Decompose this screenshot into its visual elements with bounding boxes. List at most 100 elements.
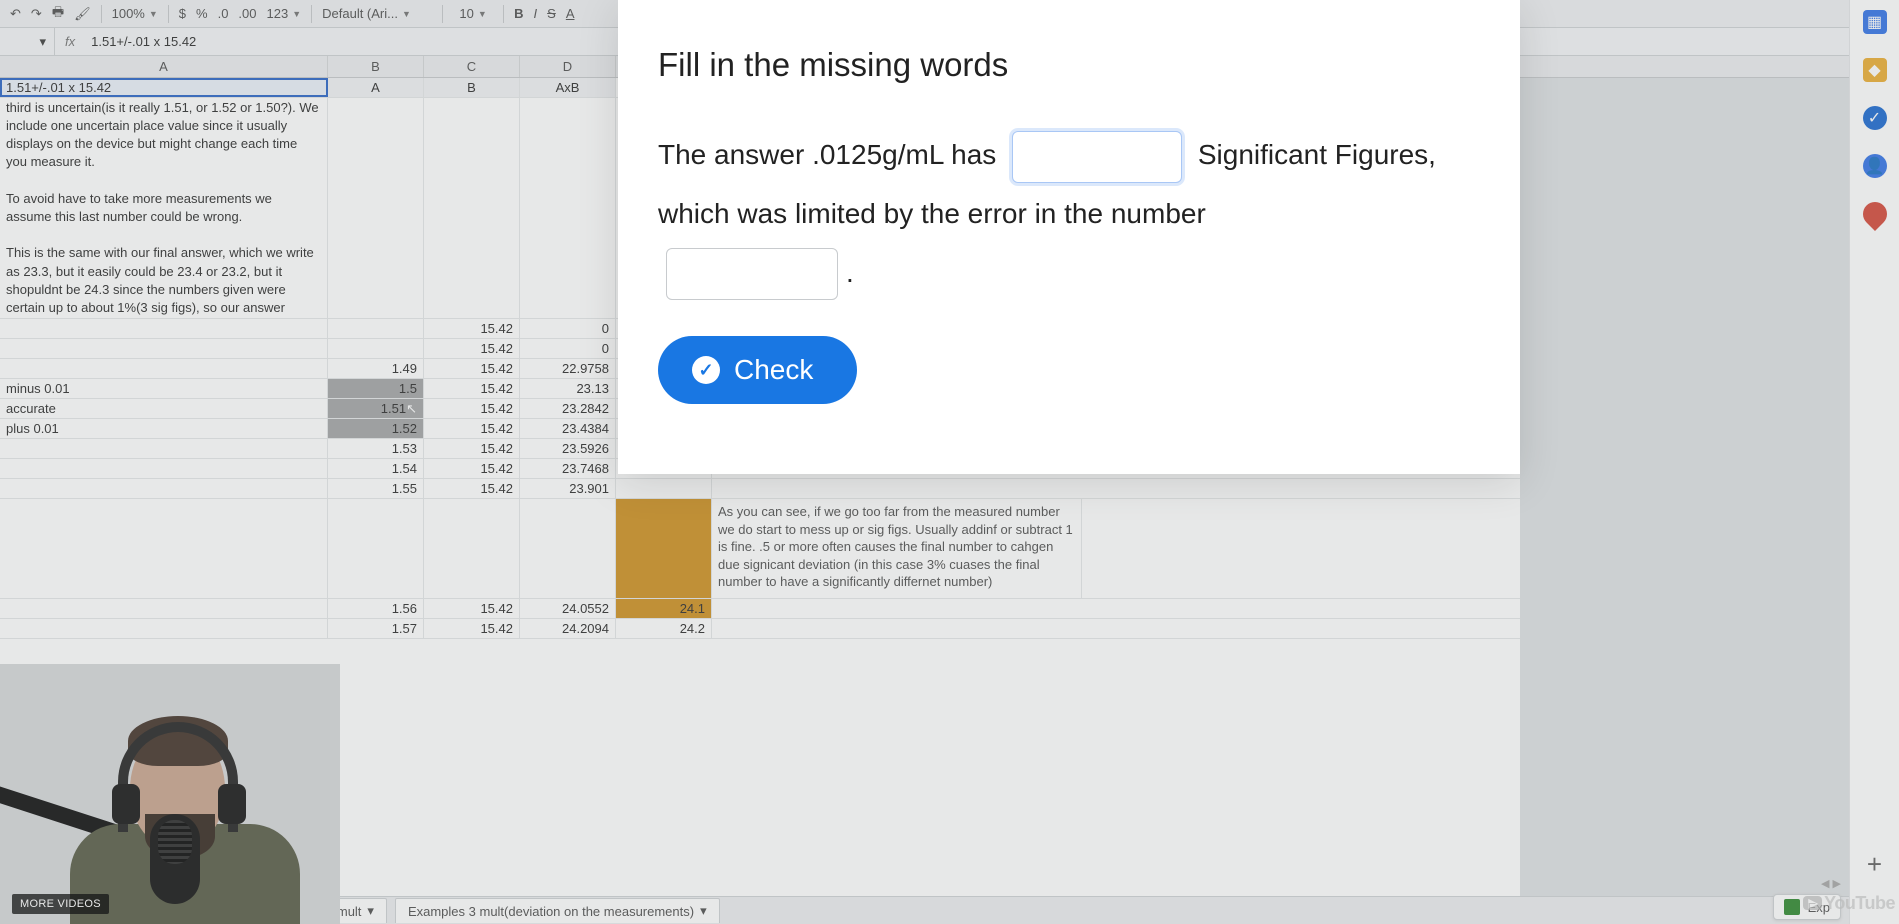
check-button-label: Check: [734, 354, 813, 386]
cell[interactable]: 1.51 ↖: [328, 399, 424, 418]
cell[interactable]: 24.0552: [520, 599, 616, 618]
font-dropdown[interactable]: Default (Ari...▼: [322, 6, 432, 21]
cell-highlighted[interactable]: [616, 499, 712, 598]
cell-note[interactable]: As you can see, if we go too far from th…: [712, 499, 1082, 598]
font-size-dropdown[interactable]: 10▼: [453, 6, 493, 21]
cell[interactable]: [424, 98, 520, 318]
col-header-b[interactable]: B: [328, 56, 424, 77]
cell[interactable]: plus 0.01: [0, 419, 328, 438]
cell[interactable]: 15.42: [424, 619, 520, 638]
cell[interactable]: [328, 319, 424, 338]
check-button[interactable]: ✓ Check: [658, 336, 857, 404]
cell[interactable]: [328, 499, 424, 598]
cell[interactable]: 24.2: [616, 619, 712, 638]
side-panel: ▦ ◆ ✓ 👤 +: [1849, 0, 1899, 924]
cell[interactable]: accurate: [0, 399, 328, 418]
cell[interactable]: 23.2842: [520, 399, 616, 418]
cell[interactable]: [0, 339, 328, 358]
col-header-d[interactable]: D: [520, 56, 616, 77]
cell[interactable]: 15.42: [424, 399, 520, 418]
italic-button[interactable]: I: [534, 6, 538, 21]
cell[interactable]: [0, 479, 328, 498]
formula-input[interactable]: 1.51+/-.01 x 15.42: [85, 34, 196, 49]
cell-selected[interactable]: 1.51+/-.01 x 15.42: [0, 78, 328, 97]
cell[interactable]: 24.2094: [520, 619, 616, 638]
increase-decimal-button[interactable]: .00: [238, 6, 256, 21]
name-box[interactable]: ▾: [0, 28, 55, 55]
cell[interactable]: [0, 319, 328, 338]
cell[interactable]: 1.55: [328, 479, 424, 498]
calendar-icon[interactable]: ▦: [1863, 10, 1887, 34]
maps-icon[interactable]: [1858, 197, 1892, 231]
quiz-title: Fill in the missing words: [658, 46, 1480, 84]
cell[interactable]: 15.42: [424, 359, 520, 378]
keep-icon[interactable]: ◆: [1863, 58, 1887, 82]
strikethrough-button[interactable]: S: [547, 6, 556, 21]
cell[interactable]: 0: [520, 319, 616, 338]
blank-input-1[interactable]: [1012, 131, 1182, 183]
cell[interactable]: [520, 98, 616, 318]
cell[interactable]: 0: [520, 339, 616, 358]
cell[interactable]: 15.42: [424, 479, 520, 498]
cell[interactable]: 1.5: [328, 379, 424, 398]
cell[interactable]: 1.54: [328, 459, 424, 478]
more-videos-button[interactable]: MORE VIDEOS: [12, 894, 109, 914]
cell[interactable]: 24.1: [616, 599, 712, 618]
cell[interactable]: minus 0.01: [0, 379, 328, 398]
cell[interactable]: [616, 479, 712, 498]
cell[interactable]: 15.42: [424, 599, 520, 618]
cell[interactable]: A: [328, 78, 424, 97]
contacts-icon[interactable]: 👤: [1863, 154, 1887, 178]
cell[interactable]: [0, 499, 328, 598]
currency-button[interactable]: $: [179, 6, 186, 21]
col-header-c[interactable]: C: [424, 56, 520, 77]
cell[interactable]: 15.42: [424, 319, 520, 338]
cell[interactable]: 23.4384: [520, 419, 616, 438]
text-color-button[interactable]: A: [566, 6, 575, 21]
paint-format-icon[interactable]: 🖌: [74, 6, 91, 22]
cell[interactable]: 15.42: [424, 439, 520, 458]
cell[interactable]: 1.53: [328, 439, 424, 458]
print-icon[interactable]: 🖶: [52, 3, 64, 25]
percent-button[interactable]: %: [196, 6, 208, 21]
cell[interactable]: 1.56: [328, 599, 424, 618]
quiz-text-part: The answer .0125g/mL has: [658, 139, 1004, 170]
cell[interactable]: 23.901: [520, 479, 616, 498]
cell[interactable]: 23.13: [520, 379, 616, 398]
cell[interactable]: 15.42: [424, 459, 520, 478]
undo-icon[interactable]: ↶: [10, 6, 21, 22]
add-addon-icon[interactable]: +: [1867, 849, 1882, 880]
cell[interactable]: 15.42: [424, 379, 520, 398]
zoom-dropdown[interactable]: 100%▼: [112, 6, 158, 21]
cell[interactable]: 23.5926: [520, 439, 616, 458]
sheet-tab-active[interactable]: Examples 3 mult(deviation on the measure…: [395, 898, 720, 923]
cell[interactable]: [328, 339, 424, 358]
col-header-a[interactable]: A: [0, 56, 328, 77]
cell[interactable]: [520, 499, 616, 598]
cell[interactable]: 1.49: [328, 359, 424, 378]
number-format-dropdown[interactable]: 123▼: [267, 6, 302, 21]
cell[interactable]: [328, 98, 424, 318]
cell[interactable]: 15.42: [424, 419, 520, 438]
cell[interactable]: 23.7468: [520, 459, 616, 478]
cell[interactable]: [0, 359, 328, 378]
tasks-icon[interactable]: ✓: [1863, 106, 1887, 130]
cell[interactable]: 1.52: [328, 419, 424, 438]
cell[interactable]: AxB: [520, 78, 616, 97]
cell[interactable]: 1.57: [328, 619, 424, 638]
blank-input-2[interactable]: [666, 248, 838, 300]
horizontal-scroll-arrows[interactable]: ◀ ▶: [1821, 877, 1841, 890]
cell-longtext[interactable]: In 1.51+/-.01 Means two places are certa…: [0, 98, 328, 318]
redo-icon[interactable]: ↷: [31, 6, 42, 22]
cell[interactable]: [424, 499, 520, 598]
cell[interactable]: 15.42: [424, 339, 520, 358]
cell[interactable]: [0, 619, 328, 638]
cell[interactable]: B: [424, 78, 520, 97]
quiz-text-part: .: [846, 257, 854, 288]
cell[interactable]: [0, 439, 328, 458]
cell[interactable]: [0, 599, 328, 618]
cell[interactable]: [0, 459, 328, 478]
bold-button[interactable]: B: [514, 6, 523, 21]
decrease-decimal-button[interactable]: .0: [218, 6, 229, 21]
cell[interactable]: 22.9758: [520, 359, 616, 378]
